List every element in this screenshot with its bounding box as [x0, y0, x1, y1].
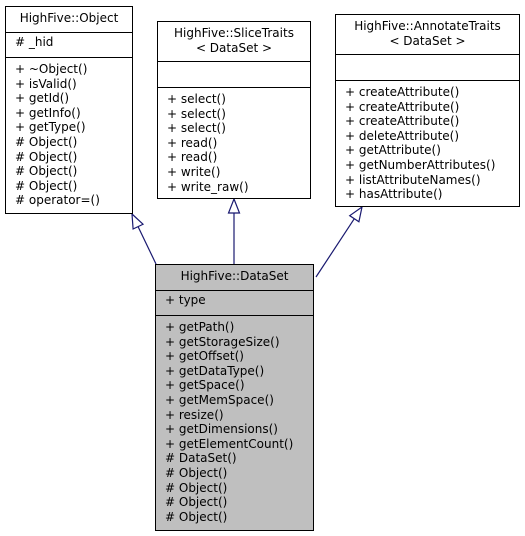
inheritance-arrowhead-icon — [348, 205, 363, 223]
method: # Object() — [165, 495, 228, 510]
method: # DataSet() — [165, 451, 237, 466]
class-name-line: HighFive::Object — [19, 11, 119, 25]
class-attributes: # _hid — [6, 32, 132, 57]
class-name-line: HighFive::SliceTraits — [174, 26, 294, 40]
method: + getAttribute() — [345, 143, 441, 158]
method: + createAttribute() — [345, 114, 460, 129]
class-title: HighFive::DataSet — [156, 265, 313, 290]
method: + write() — [167, 164, 221, 179]
method: # Object() — [15, 134, 78, 149]
class-methods: + getPath() + getStorageSize() + getOffset… — [156, 315, 313, 526]
method: + hasAttribute() — [345, 187, 443, 202]
method: + getPath() — [165, 320, 235, 334]
class-title: HighFive::Object — [6, 7, 132, 32]
class-title: HighFive::SliceTraits < DataSet > — [158, 22, 310, 61]
method: # Object() — [15, 149, 78, 164]
class-name-line: < DataSet > — [195, 41, 273, 55]
method: + createAttribute() — [345, 99, 460, 114]
attribute: # _hid — [15, 35, 54, 49]
method: + getElementCount() — [165, 436, 294, 451]
class-attributes: + type — [156, 290, 313, 315]
method: + read() — [167, 150, 218, 165]
method: + resize() — [165, 407, 224, 422]
class-name-line: < DataSet > — [389, 34, 466, 48]
method: + write_raw() — [167, 179, 249, 194]
inheritance-line-object — [137, 226, 157, 265]
method: + getNumberAttributes() — [345, 157, 496, 172]
method: + getStorageSize() — [165, 334, 280, 349]
method: # Object() — [165, 480, 228, 495]
method: + select() — [167, 106, 226, 121]
class-attributes — [336, 54, 519, 80]
method: + ~Object() — [15, 62, 88, 76]
inheritance-arrowhead-icon — [227, 197, 241, 214]
class-methods: + select() + select() + select() + read() + … — [158, 87, 310, 196]
method: # Object() — [15, 164, 78, 179]
method: + deleteAttribute() — [345, 128, 460, 143]
method: + listAttributeNames() — [345, 172, 481, 187]
method: + isValid() — [15, 76, 77, 91]
method: # Object() — [165, 465, 228, 480]
class-attributes — [158, 61, 310, 87]
class-box-dataset[interactable]: HighFive::DataSet + type + getPath() + getS… — [155, 264, 314, 531]
method: # Object() — [15, 178, 78, 193]
class-name-line: HighFive::AnnotateTraits — [354, 19, 501, 33]
method: # Object() — [165, 509, 228, 524]
method: + getDataType() — [165, 363, 265, 378]
method: + getSpace() — [165, 378, 245, 393]
method: # operator=() — [15, 193, 100, 208]
method: + createAttribute() — [345, 85, 460, 99]
inheritance-line-annotatetraits — [315, 218, 355, 278]
method: + getType() — [15, 120, 86, 135]
method: + select() — [167, 92, 226, 106]
attribute: + type — [165, 293, 206, 307]
method: + getInfo() — [15, 105, 81, 120]
method: + read() — [167, 135, 218, 150]
class-title: HighFive::AnnotateTraits < DataSet > — [336, 15, 519, 54]
class-box-annotatetraits[interactable]: HighFive::AnnotateTraits < DataSet >+ cre… — [335, 14, 520, 207]
method: + getMemSpace() — [165, 392, 274, 407]
class-methods: + ~Object() + isValid() + getId() + getInfo… — [6, 57, 132, 210]
method: + select() — [167, 121, 226, 136]
method: + getDimensions() — [165, 422, 278, 437]
method: + getId() — [15, 91, 70, 106]
class-box-object[interactable]: HighFive::Object# _hid+ ~Object() + isVal… — [5, 6, 133, 214]
method: + getOffset() — [165, 349, 244, 364]
class-box-slicetraits[interactable]: HighFive::SliceTraits < DataSet >+ select… — [157, 21, 311, 199]
class-name-line: HighFive::DataSet — [180, 269, 289, 283]
class-methods: + createAttribute() + createAttribute() + … — [336, 80, 519, 204]
inheritance-arrowhead-icon — [131, 212, 145, 230]
